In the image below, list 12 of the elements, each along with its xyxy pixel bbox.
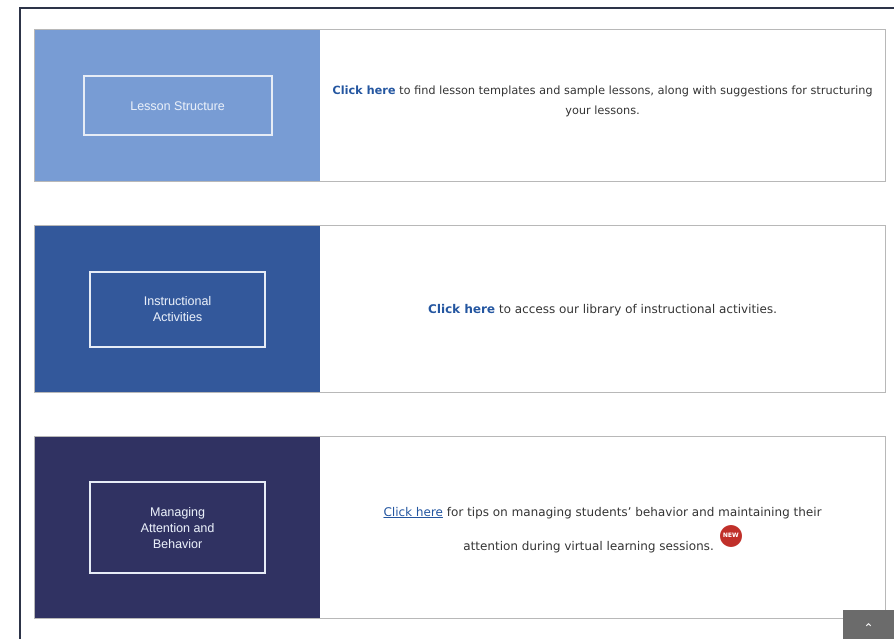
banner-title-line: Attention and (140, 520, 214, 536)
click-here-link[interactable]: Click here (428, 302, 496, 316)
click-here-link[interactable]: Click here (332, 84, 396, 97)
banner-title-line: Managing (150, 504, 205, 520)
banner-title-line: Activities (152, 309, 202, 325)
banner-title-line: Behavior (152, 536, 202, 552)
banner-title-line: Lesson Structure (130, 98, 225, 114)
scroll-to-top-button[interactable]: ⌃ (843, 610, 894, 639)
card-description: Click here to access our library of instructional activities. (428, 301, 777, 318)
banner-title-line: Instructional (144, 293, 212, 309)
card-description: Click here to find lesson templates and sample lessons, along with suggestions for structuring your lessons. (331, 83, 874, 119)
click-here-link[interactable]: Click here (383, 505, 443, 519)
